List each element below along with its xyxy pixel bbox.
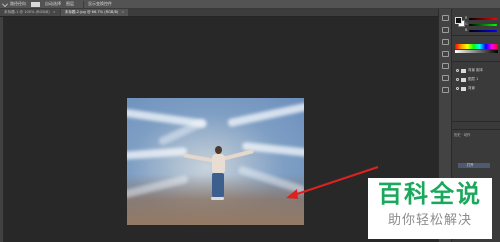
photoshop-window: 路径径向 自动选择 图层 显示变换控件 未标题-1 @ 100% (RGB/8)… (0, 0, 500, 242)
layer-thumbnail (461, 86, 466, 91)
watermark-logo: 百科全说 助你轻松解决 (368, 178, 492, 239)
document-image[interactable] (127, 98, 304, 225)
watermark-subtitle: 助你轻松解决 (387, 213, 472, 228)
history-tabs[interactable]: 历史 · 动作 (452, 130, 500, 139)
options-dropdown[interactable] (31, 1, 40, 7)
foreground-color-swatch[interactable] (455, 17, 462, 24)
eye-icon[interactable] (456, 69, 459, 72)
character-icon[interactable] (441, 51, 449, 57)
grey-ramp[interactable] (455, 50, 498, 53)
tab-label: 未标题-2.jpg @ 66.7% (RGB/8) (64, 10, 119, 14)
navigator-icon[interactable] (441, 87, 449, 93)
tool-name-label: 路径径向 (10, 1, 26, 6)
tab-document-1[interactable]: 未标题-1 @ 100% (RGB/8) × (0, 9, 60, 16)
watermark-title: 百科全说 (378, 180, 482, 208)
layer-name: 图层 1 (468, 77, 479, 81)
b-label: B (465, 28, 468, 32)
blue-slider[interactable] (469, 30, 497, 32)
auto-select-option[interactable]: 自动选择 (45, 1, 61, 7)
folder-icon (461, 68, 466, 73)
red-slider[interactable] (469, 18, 497, 20)
layer-row[interactable]: 背景 (454, 85, 498, 92)
tab-document-2[interactable]: 未标题-2.jpg @ 66.7% (RGB/8) × (60, 9, 129, 16)
paragraph-icon[interactable] (441, 63, 449, 69)
show-transform-option[interactable]: 显示变换控件 (88, 1, 112, 7)
brush-icon[interactable] (441, 39, 449, 45)
r-label: R (465, 16, 468, 20)
color-spectrum[interactable] (455, 44, 498, 49)
move-tool-icon[interactable] (2, 1, 8, 7)
close-icon[interactable]: × (53, 9, 56, 16)
layer-name: 背景 副本 (468, 68, 484, 72)
layer-name: 背景 (468, 86, 475, 90)
document-tabs: 未标题-1 @ 100% (RGB/8) × 未标题-2.jpg @ 66.7%… (0, 9, 438, 17)
options-bar: 路径径向 自动选择 图层 显示变换控件 (0, 0, 500, 9)
g-label: G (465, 22, 468, 26)
swatches-panel (452, 36, 500, 62)
properties-icon[interactable] (441, 27, 449, 33)
color-panel: R G B (452, 9, 500, 36)
jumping-person (182, 143, 255, 213)
close-icon[interactable]: × (121, 9, 124, 16)
info-icon[interactable] (441, 75, 449, 81)
tab-label: 未标题-1 @ 100% (RGB/8) (4, 10, 50, 14)
eye-icon[interactable] (456, 87, 459, 90)
history-icon[interactable] (441, 15, 449, 21)
green-slider[interactable] (469, 24, 497, 26)
layer-thumbnail (461, 77, 466, 82)
separator (83, 0, 84, 8)
layer-row[interactable]: 背景 副本 (454, 67, 498, 74)
layer-option[interactable]: 图层 (66, 1, 74, 7)
layer-row[interactable]: 图层 1 (454, 76, 498, 83)
history-state[interactable]: 打开 (458, 163, 490, 168)
layers-panel: 背景 副本 图层 1 背景 (452, 62, 500, 122)
eye-icon[interactable] (456, 78, 459, 81)
